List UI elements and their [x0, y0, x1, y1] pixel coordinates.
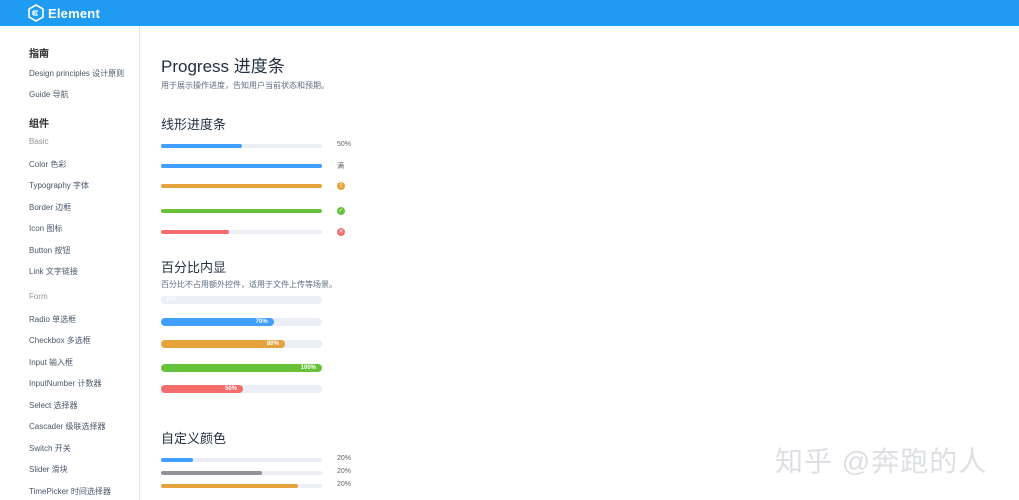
progress-fill [161, 144, 242, 148]
linear-progress-bar [161, 209, 322, 213]
custom-progress-bar [161, 484, 322, 488]
sidebar-item-inputnumber[interactable]: InputNumber 计数器 [29, 378, 101, 389]
sidebar-item-typography[interactable]: Typography 字体 [29, 180, 89, 191]
progress-fill [161, 484, 298, 488]
progress-label: 70% [255, 319, 268, 325]
section-description-inside: 百分比不占用额外控件，适用于文件上传等场景。 [161, 280, 337, 289]
warning-icon: ! [337, 182, 345, 190]
sidebar-section-form: Form [29, 292, 48, 301]
linear-progress-bar [161, 184, 322, 188]
success-check-icon: ✓ [337, 207, 345, 215]
zhihu-watermark: 知乎 @奔跑的人 [775, 446, 988, 477]
exception-close-icon: ✕ [337, 228, 345, 236]
sidebar-nav: 指南 Design principles 设计原则 Guide 导航 组件 Ba… [0, 26, 140, 500]
sidebar-item-icon[interactable]: Icon 图标 [29, 223, 62, 234]
progress-label: 20% [337, 455, 352, 462]
inside-progress-bar: 80% [161, 340, 322, 348]
sidebar-item-border[interactable]: Border 边框 [29, 202, 71, 213]
progress-label: 80% [266, 341, 279, 347]
progress-fill [161, 230, 229, 234]
sidebar-item-design-principles[interactable]: Design principles 设计原则 [29, 68, 124, 79]
sidebar-item-checkbox[interactable]: Checkbox 多选框 [29, 335, 91, 346]
progress-label: 100% [300, 365, 316, 371]
progress-fill: 50% [161, 385, 244, 393]
progress-fill [161, 209, 322, 213]
progress-label: 20% [337, 481, 352, 488]
progress-label: 50% [225, 386, 238, 392]
linear-progress-bar [161, 144, 322, 148]
brand-name: Element [48, 5, 100, 21]
progress-label: 50% [337, 141, 352, 148]
sidebar-group-components: 组件 [29, 119, 49, 130]
sidebar-item-switch[interactable]: Switch 开关 [29, 443, 71, 454]
progress-fill [161, 184, 322, 188]
section-title-custom-color: 自定义颜色 [161, 431, 227, 446]
sidebar-item-link[interactable]: Link 文字链接 [29, 266, 78, 277]
cube-icon [28, 4, 44, 22]
progress-label: 0% [167, 297, 176, 303]
sidebar-item-color[interactable]: Color 色彩 [29, 159, 66, 170]
inside-progress-bar: 50% [161, 385, 322, 393]
sidebar-item-timepicker[interactable]: TimePicker 时间选择器 [29, 486, 111, 497]
sidebar-item-guide[interactable]: Guide 导航 [29, 89, 69, 100]
progress-fill: 80% [161, 340, 285, 348]
section-title-inside: 百分比内显 [161, 260, 227, 275]
page-description: 用于展示操作进度，告知用户当前状态和预期。 [161, 81, 329, 90]
sidebar-group-guide: 指南 [29, 49, 49, 60]
element-logo[interactable]: Element [28, 4, 100, 22]
progress-fill [161, 164, 322, 168]
page-title: Progress 进度条 [161, 57, 285, 76]
sidebar-item-radio[interactable]: Radio 单选框 [29, 314, 76, 325]
inside-progress-bar: 70% [161, 318, 322, 326]
linear-progress-bar [161, 230, 322, 234]
custom-progress-bar [161, 471, 322, 475]
sidebar-item-button[interactable]: Button 按钮 [29, 245, 70, 256]
section-title-linear: 线形进度条 [161, 117, 227, 132]
progress-label: 满 [337, 163, 344, 170]
sidebar-item-input[interactable]: Input 输入框 [29, 357, 73, 368]
progress-fill [161, 458, 194, 462]
top-navbar: Element [0, 0, 1019, 26]
inside-progress-bar: 0% [161, 296, 322, 304]
sidebar-item-slider[interactable]: Slider 滑块 [29, 464, 68, 475]
progress-fill [161, 471, 263, 475]
sidebar-item-cascader[interactable]: Cascader 级联选择器 [29, 421, 105, 432]
custom-progress-bar [161, 458, 322, 462]
progress-fill: 70% [161, 318, 274, 326]
sidebar-section-basic: Basic [29, 137, 49, 146]
progress-fill: 100% [161, 364, 322, 372]
progress-label: 20% [337, 468, 352, 475]
sidebar-item-select[interactable]: Select 选择器 [29, 400, 77, 411]
linear-progress-bar [161, 164, 322, 168]
inside-progress-bar: 100% [161, 364, 322, 372]
